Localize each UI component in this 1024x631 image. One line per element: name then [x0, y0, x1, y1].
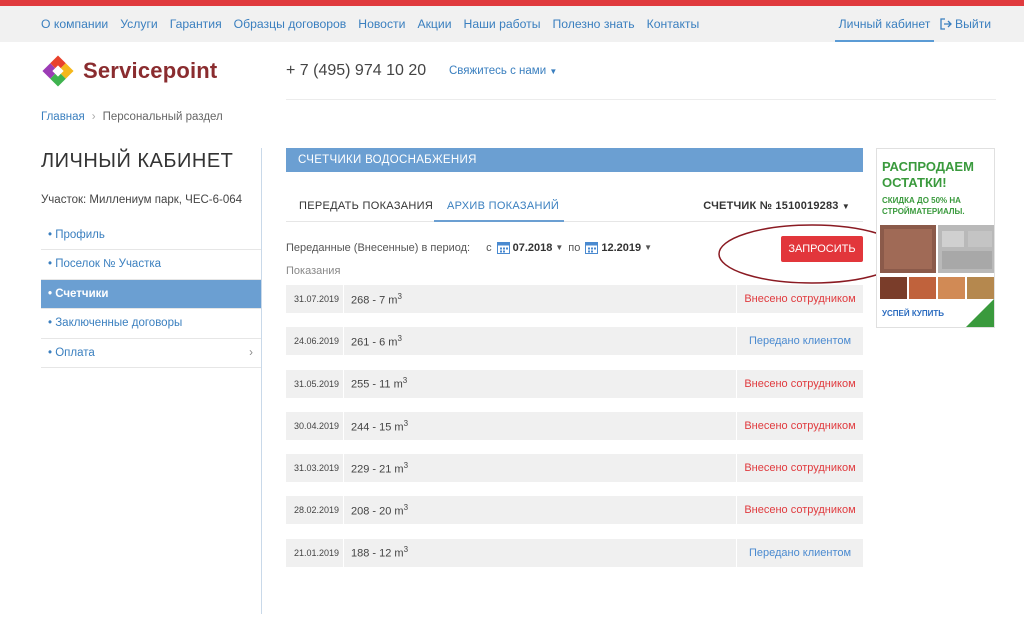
tabs: ПЕРЕДАТЬ ПОКАЗАНИЯ АРХИВ ПОКАЗАНИЙ СЧЕТЧ…: [286, 186, 863, 222]
header-divider: [286, 99, 996, 100]
reading-value: 268 - 7 m3: [351, 291, 402, 307]
plot-info: Участок: Миллениум парк, ЧЕС-6-064: [41, 194, 243, 206]
reading-date: 31.05.2019: [293, 378, 339, 389]
caret-down-icon: ▼: [841, 202, 850, 211]
sidebar-item-profile[interactable]: • Профиль: [41, 221, 261, 251]
reading-status: Внесено сотрудником: [744, 504, 856, 517]
sidebar-item-payment[interactable]: • Оплата ›: [41, 339, 261, 368]
breadcrumb-home[interactable]: Главная: [41, 111, 85, 123]
logo-icon: [42, 55, 74, 87]
period-to-prefix: по: [568, 241, 581, 254]
sidebar-item-label: • Оплата: [48, 346, 95, 359]
personal-cabinet-link[interactable]: Личный кабинет: [835, 11, 934, 42]
reading-value: 255 - 11 m3: [351, 376, 408, 391]
tab-readings-archive[interactable]: АРХИВ ПОКАЗАНИЙ: [434, 186, 564, 222]
nav-services[interactable]: Услуги: [120, 17, 157, 31]
period-from-prefix: с: [486, 241, 492, 254]
breadcrumb-current: Персональный раздел: [102, 111, 223, 123]
contact-dropdown[interactable]: Свяжитесь с нами ▼: [449, 65, 557, 77]
banner-corner-decoration: [966, 299, 994, 327]
breadcrumb: Главная › Персональный раздел: [41, 111, 223, 123]
logout-label: Выйти: [955, 17, 992, 31]
banner-subline: СКИДКА ДО 50% НА СТРОЙМАТЕРИАЛЫ.: [882, 196, 965, 216]
period-from-picker[interactable]: 07.2018 ▼: [496, 241, 564, 254]
nav-news[interactable]: Новости: [358, 17, 405, 31]
reading-row: 21.01.2019 188 - 12 m3 Передано клиентом: [286, 538, 863, 567]
reading-status: Передано клиентом: [748, 546, 852, 559]
main-nav: О компании Услуги Гарантия Образцы догов…: [41, 17, 699, 31]
period-from-value: 07.2018: [512, 241, 553, 254]
nav-contacts[interactable]: Контакты: [647, 17, 700, 31]
reading-row: 28.02.2019 208 - 20 m3 Внесено сотрудник…: [286, 496, 863, 525]
banner-cta: УСПЕЙ КУПИТЬ: [882, 309, 945, 318]
banner-tiles-image: [880, 225, 994, 299]
reading-row: 31.03.2019 229 - 21 m3 Внесено сотрудник…: [286, 454, 863, 483]
period-to-picker[interactable]: 12.2019 ▼: [585, 241, 652, 254]
nav-our-works[interactable]: Наши работы: [464, 17, 541, 31]
meter-selector[interactable]: СЧЕТЧИК № 1510019283 ▼: [703, 186, 850, 227]
nav-warranty[interactable]: Гарантия: [170, 17, 222, 31]
reading-date: 31.07.2019: [293, 294, 339, 304]
readings-label: Показания: [286, 265, 341, 277]
page-title: ЛИЧНЫЙ КАБИНЕТ: [41, 150, 234, 172]
sidebar-item-settlement[interactable]: • Поселок № Участка: [41, 250, 261, 280]
reading-value: 244 - 15 m3: [351, 418, 409, 434]
reading-row: 30.04.2019 244 - 15 m3 Внесено сотрудник…: [286, 411, 863, 440]
reading-date: 30.04.2019: [293, 420, 339, 431]
reading-status: Внесено сотрудником: [744, 293, 856, 305]
reading-date: 21.01.2019: [293, 547, 339, 558]
period-to-value: 12.2019: [601, 241, 642, 254]
tab-submit-readings[interactable]: ПЕРЕДАТЬ ПОКАЗАНИЯ: [299, 186, 433, 222]
caret-down-icon: ▼: [644, 243, 653, 252]
brand-name: Servicepoint: [83, 58, 218, 83]
phone-number: + 7 (495) 974 10 20: [286, 62, 427, 79]
logout-link[interactable]: Выйти: [940, 17, 991, 31]
nav-about[interactable]: О компании: [41, 17, 108, 31]
period-filter: Переданные (Внесенные) в период: с 07.20…: [286, 241, 652, 254]
section-title: СЧЕТЧИКИ ВОДОСНАБЖЕНИЯ: [286, 148, 863, 172]
sidebar-item-meters[interactable]: • Счетчики: [41, 279, 261, 310]
reading-status: Внесено сотрудником: [744, 377, 856, 390]
content-divider: [261, 148, 262, 614]
reading-date: 28.02.2019: [293, 505, 339, 516]
reading-value: 208 - 20 m3: [351, 503, 409, 518]
caret-down-icon: ▼: [555, 243, 564, 252]
chevron-right-icon: ›: [91, 111, 96, 123]
calendar-icon: [496, 242, 510, 254]
reading-status: Передано клиентом: [748, 335, 852, 348]
reading-value: 188 - 12 m3: [351, 545, 409, 561]
banner-headline: РАСПРОДАЕМ ОСТАТКИ!: [882, 159, 974, 190]
reading-row: 31.07.2019 268 - 7 m3 Внесено сотруднико…: [286, 285, 863, 313]
reading-status: Внесено сотрудником: [744, 462, 856, 475]
chevron-right-icon: ›: [249, 346, 253, 359]
nav-contract-samples[interactable]: Образцы договоров: [234, 17, 347, 31]
reading-row: 24.06.2019 261 - 6 m3 Передано клиентом: [286, 327, 863, 356]
readings-list: 31.07.2019 268 - 7 m3 Внесено сотруднико…: [286, 285, 863, 581]
sidebar-item-contracts[interactable]: • Заключенные договоры: [41, 309, 261, 339]
reading-value: 229 - 21 m3: [351, 460, 409, 476]
promo-banner[interactable]: РАСПРОДАЕМ ОСТАТКИ! СКИДКА ДО 50% НА СТР…: [876, 148, 995, 328]
nav-promotions[interactable]: Акции: [417, 17, 451, 31]
nav-useful-info[interactable]: Полезно знать: [552, 17, 634, 31]
reading-row: 31.05.2019 255 - 11 m3 Внесено сотрудник…: [286, 369, 863, 398]
top-nav-bar: О компании Услуги Гарантия Образцы догов…: [0, 6, 1024, 42]
reading-status: Внесено сотрудником: [744, 419, 856, 432]
caret-down-icon: ▼: [549, 67, 558, 76]
brand-logo[interactable]: Servicepoint: [41, 54, 217, 88]
sidebar-menu: • Профиль • Поселок № Участка • Счетчики…: [41, 221, 261, 368]
logout-icon: [940, 18, 952, 30]
calendar-icon: [585, 242, 599, 254]
reading-date: 31.03.2019: [293, 463, 339, 474]
period-label: Переданные (Внесенные) в период:: [286, 241, 471, 254]
reading-date: 24.06.2019: [293, 336, 339, 347]
contact-label: Свяжитесь с нами: [449, 65, 547, 77]
meter-label: СЧЕТЧИК № 1510019283: [703, 200, 839, 212]
reading-value: 261 - 6 m3: [351, 333, 402, 349]
